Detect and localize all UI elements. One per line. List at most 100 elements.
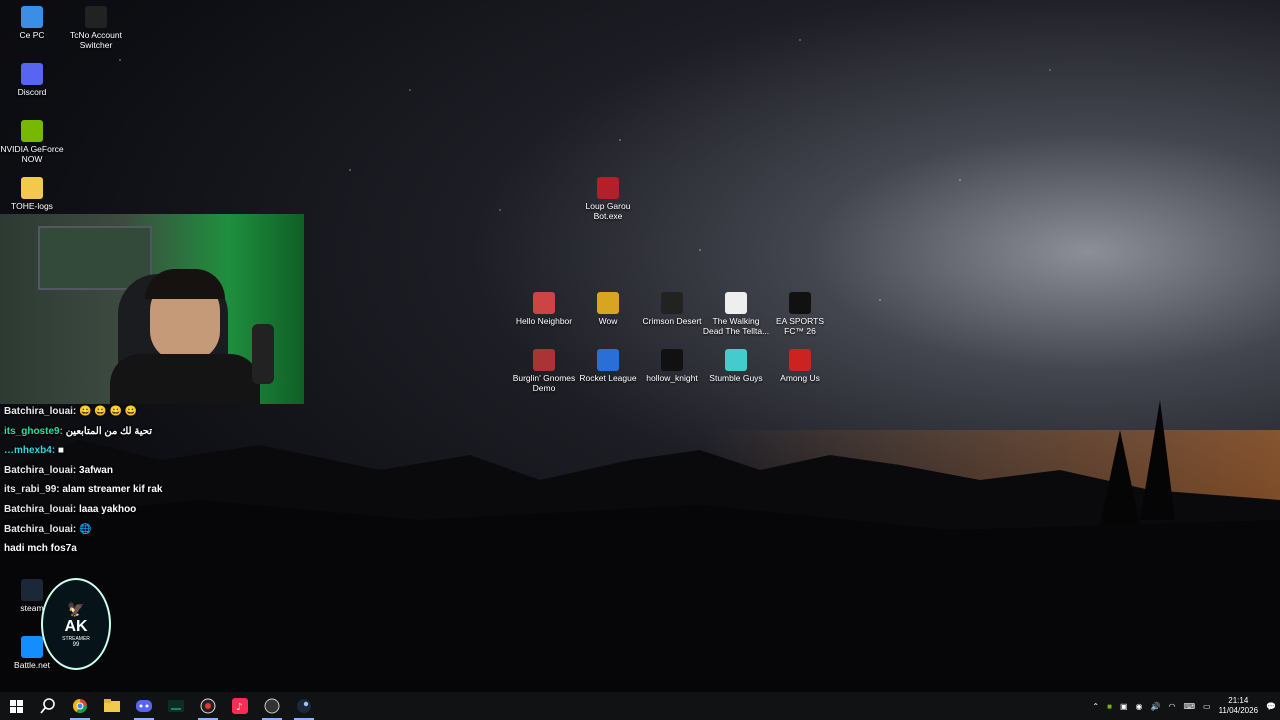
hello-neighbor-icon [533,292,555,314]
clock[interactable]: 21:14 11/04/2026 [1219,696,1258,716]
pc-icon [21,6,43,28]
folder-icon [21,177,43,199]
wow-icon [597,292,619,314]
chat-text: hadi mch fos7a [4,543,77,555]
desktop-shortcut[interactable]: Ce PC [0,6,66,40]
badge-number: 99 [72,641,80,648]
steam-icon [21,579,43,601]
shortcut-label: Ce PC [19,30,45,40]
desktop-shortcut[interactable]: Rocket League [574,349,642,383]
stream-chat: Batchira_louai: 😀 😀 😀 😀 its_ghoste9: تحية… [4,402,304,559]
system-tray: ⌃ ■ ▣ ◉ 🔊 ◠ ⌨ ▭ 21:14 11/04/2026 💬 [1088,692,1280,720]
display-icon[interactable]: ▭ [1203,702,1211,711]
shortcut-label: Discord [17,87,47,97]
desktop-shortcut[interactable]: Stumble Guys [702,349,770,383]
chat-text: 🌐 [76,523,92,535]
shortcut-label: EA SPORTS FC™ 26 [775,316,825,336]
chat-message: Batchira_louai: 3afwan [4,461,304,481]
chat-username: Batchira_louai: [4,523,77,535]
shortcut-label: Crimson Desert [642,316,702,326]
desktop-shortcut[interactable]: Wow [574,292,642,326]
shortcut-label: Rocket League [579,373,637,383]
clock-date: 11/04/2026 [1218,706,1259,715]
desktop-shortcut[interactable]: Hello Neighbor [510,292,578,326]
desktop-shortcut[interactable]: hollow_knight [638,349,706,383]
chat-username: Batchira_louai: [4,503,77,515]
desktop-shortcut[interactable]: EA SPORTS FC™ 26 [766,292,834,336]
microphone [252,324,274,384]
chrome-icon[interactable] [64,692,96,720]
windows-start-icon[interactable] [0,692,32,720]
search-icon[interactable] [32,692,64,720]
discord-icon [21,63,43,85]
chat-message: its_ghoste9: تحية لك من المتابعين [4,422,304,442]
ea-fc-icon [789,292,811,314]
battlenet-icon [21,636,43,658]
eagle-icon: 🦅 [67,600,85,617]
desktop-shortcut[interactable]: Burglin' Gnomes Demo [510,349,578,393]
desktop-shortcut[interactable]: TOHE-logs [0,177,66,211]
desktop-shortcut[interactable]: TcNo Account Switcher [62,6,130,50]
chat-text: 😀 😀 😀 😀 [76,406,138,417]
desktop-shortcut[interactable]: Discord [0,63,66,97]
shortcut-label: NVIDIA GeForce NOW [0,144,64,164]
stumble-guys-icon [725,349,747,371]
chat-message: Batchira_louai: laaa yakhoo [4,500,304,520]
desktop-shortcut[interactable]: The Walking Dead The Tellta... [702,292,770,336]
webcam-overlay [0,214,304,404]
chat-username: its_ghoste9: [4,425,63,437]
chat-message: hadi mch fos7a [4,539,304,559]
nvidia-tray-icon[interactable]: ■ [1107,702,1112,711]
crimson-desert-icon [661,292,683,314]
chat-message: …mhexb4: ■ [4,441,304,461]
desktop-shortcut[interactable]: Crimson Desert [638,292,706,326]
badge-letters: AK [64,617,88,635]
chat-username: Batchira_louai: [4,406,77,417]
rocket-league-icon [597,349,619,371]
shortcut-label: Among Us [780,373,820,383]
tiktok-icon[interactable]: ♪ [224,692,256,720]
chat-text: 3afwan [76,464,113,476]
clock-time: 21:14 [1228,696,1249,705]
terminal-icon[interactable] [160,692,192,720]
shortcut-label: Hello Neighbor [515,316,573,326]
desktop-shortcut[interactable]: Loup Garou Bot.exe [574,177,642,221]
burglin-gnomes-icon [533,349,555,371]
walking-dead-icon [725,292,747,314]
svg-text:♪: ♪ [236,702,242,713]
desktop-shortcut[interactable]: NVIDIA GeForce NOW [0,120,66,164]
notifications-icon[interactable]: 💬 [1266,702,1276,711]
tcno-icon[interactable] [256,692,288,720]
obs-icon[interactable] [192,692,224,720]
keyboard-icon[interactable]: ⌨ [1183,702,1195,711]
nvidia-icon [21,120,43,142]
wifi-icon[interactable]: ◠ [1168,702,1175,711]
chat-message: Batchira_louai: 😀 😀 😀 😀 [4,402,304,422]
steam-tray-icon[interactable]: ◉ [1136,702,1143,711]
hollow-knight-icon [661,349,683,371]
chat-username: its_rabi_99: [4,484,60,496]
shortcut-label: hollow_knight [646,373,698,383]
chat-text: alam streamer kif rak [59,484,163,496]
file-explorer-icon[interactable] [96,692,128,720]
steam-icon[interactable] [288,692,320,720]
shortcut-label: Burglin' Gnomes Demo [512,373,576,393]
tcno-icon [85,6,107,28]
chevron-up-icon[interactable]: ⌃ [1092,702,1099,711]
shortcut-label: Stumble Guys [709,373,763,383]
speaker-icon[interactable]: 🔊 [1151,702,1161,711]
shortcut-label: Loup Garou Bot.exe [585,201,631,221]
streamer-shirt [110,354,260,404]
shortcut-label: TOHE-logs [11,201,53,211]
taskbar: ♪ ⌃ ■ ▣ ◉ 🔊 ◠ ⌨ ▭ 21:14 11/04/2026 💬 [0,692,1280,720]
loup-garou-icon [597,177,619,199]
chat-username: …mhexb4: [4,445,56,457]
discord-icon[interactable] [128,692,160,720]
chat-text: تحية لك من المتابعين [62,425,152,437]
chat-username: Batchira_louai: [4,464,77,476]
streamer-logo-badge: 🦅 AK STREAMER 99 [41,578,111,670]
desktop-shortcut[interactable]: Among Us [766,349,834,383]
streamer-hair [145,269,225,299]
chat-message: Batchira_louai: 🌐 [4,520,304,540]
network-icon[interactable]: ▣ [1120,702,1128,711]
